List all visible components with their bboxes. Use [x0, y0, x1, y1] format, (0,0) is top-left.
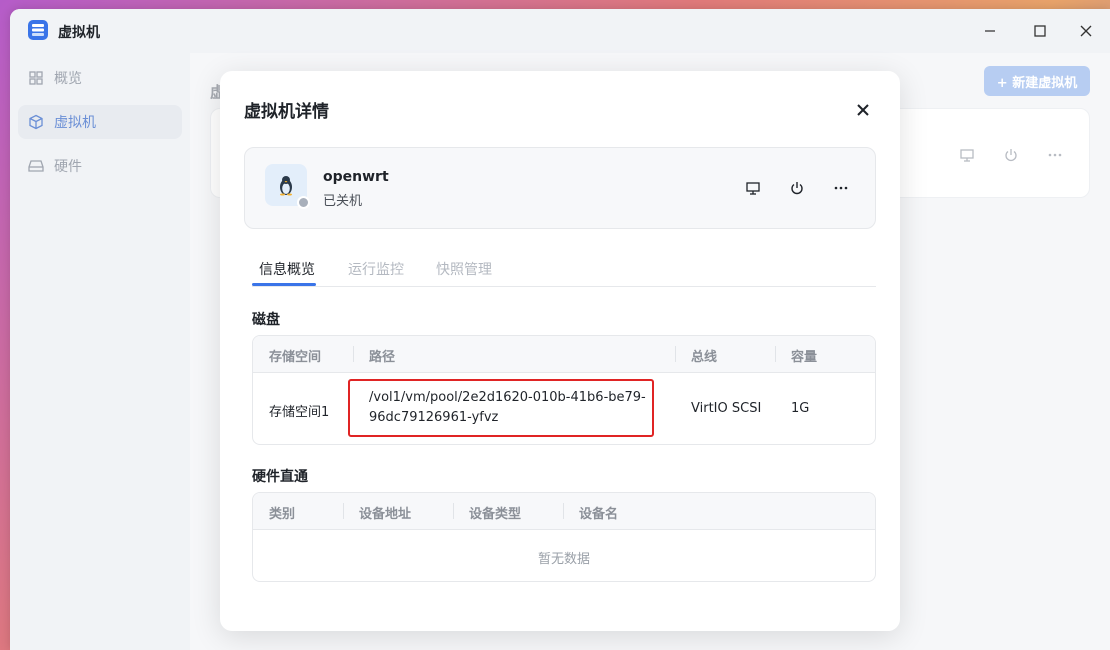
window-title: 虚拟机	[58, 25, 100, 41]
column-header: 设备名	[579, 507, 619, 522]
column-divider	[775, 346, 776, 362]
table-header: 类别 设备地址 设备类型 设备名	[253, 493, 875, 530]
close-window-icon[interactable]	[1074, 19, 1098, 43]
column-header: 设备地址	[359, 507, 412, 522]
column-header: 类别	[269, 507, 296, 522]
monitor-icon[interactable]	[957, 145, 977, 165]
vm-summary-card: openwrt 已关机	[244, 147, 876, 229]
empty-state-text: 暂无数据	[537, 552, 590, 567]
title-bar: 虚拟机	[10, 9, 1110, 53]
monitor-icon[interactable]	[743, 178, 763, 198]
status-indicator	[297, 196, 310, 209]
sidebar-item-label: 概览	[54, 71, 82, 87]
close-icon[interactable]	[852, 99, 874, 121]
new-vm-button[interactable]: + 新建虚拟机	[984, 66, 1090, 96]
column-header: 设备类型	[469, 507, 522, 522]
column-divider	[563, 503, 564, 519]
dialog-title: 虚拟机详情	[244, 102, 329, 122]
power-icon[interactable]	[787, 178, 807, 198]
sidebar-item-label: 虚拟机	[54, 115, 96, 131]
column-header: 容量	[791, 350, 818, 365]
passthrough-table: 类别 设备地址 设备类型 设备名 暂无数据	[252, 492, 876, 582]
column-header: 路径	[369, 350, 396, 365]
sidebar-item-hardware[interactable]: 硬件	[18, 149, 182, 183]
tab-bar: 信息概览 运行监控 快照管理	[252, 257, 876, 287]
minimize-icon[interactable]	[978, 19, 1002, 43]
maximize-icon[interactable]	[1028, 19, 1052, 43]
column-header: 存储空间	[269, 350, 322, 365]
tab-monitor[interactable]: 运行监控	[348, 259, 404, 279]
tab-snapshots[interactable]: 快照管理	[436, 259, 492, 279]
disk-table: 存储空间 路径 总线 容量 存储空间1 /vol1/vm/pool/2e2d16…	[252, 335, 876, 445]
vm-detail-dialog: 虚拟机详情 openwrt 已关机 信息概览 运行监控 快照管理 磁盘 存储空间…	[220, 71, 900, 631]
cube-icon	[28, 114, 44, 130]
vm-state: 已关机	[323, 194, 363, 209]
table-header: 存储空间 路径 总线 容量	[253, 336, 875, 373]
sidebar: 概览 虚拟机 硬件	[10, 53, 190, 650]
sidebar-item-label: 硬件	[54, 159, 82, 175]
more-icon[interactable]	[1045, 145, 1065, 165]
column-divider	[353, 346, 354, 362]
vm-name: openwrt	[323, 169, 389, 185]
bus-cell: VirtIO SCSI	[691, 401, 762, 416]
disk-section-title: 磁盘	[252, 312, 280, 328]
storage-cell: 存储空间1	[269, 405, 330, 420]
column-divider	[453, 503, 454, 519]
more-icon[interactable]	[831, 178, 851, 198]
active-tab-indicator	[252, 283, 316, 286]
column-divider	[675, 346, 676, 362]
table-row: 存储空间1 /vol1/vm/pool/2e2d1620-010b-41b6-b…	[253, 373, 875, 444]
sidebar-item-vm[interactable]: 虚拟机	[18, 105, 182, 139]
highlight-box	[348, 379, 654, 437]
server-stack-icon	[27, 19, 49, 41]
passthrough-section-title: 硬件直通	[252, 469, 308, 485]
capacity-cell: 1G	[791, 401, 810, 416]
sidebar-item-overview[interactable]: 概览	[18, 61, 182, 95]
column-header: 总线	[691, 350, 718, 365]
power-icon[interactable]	[1001, 145, 1021, 165]
column-divider	[343, 503, 344, 519]
grid-icon	[28, 70, 44, 86]
tab-overview[interactable]: 信息概览	[259, 259, 315, 279]
drive-icon	[28, 158, 44, 174]
